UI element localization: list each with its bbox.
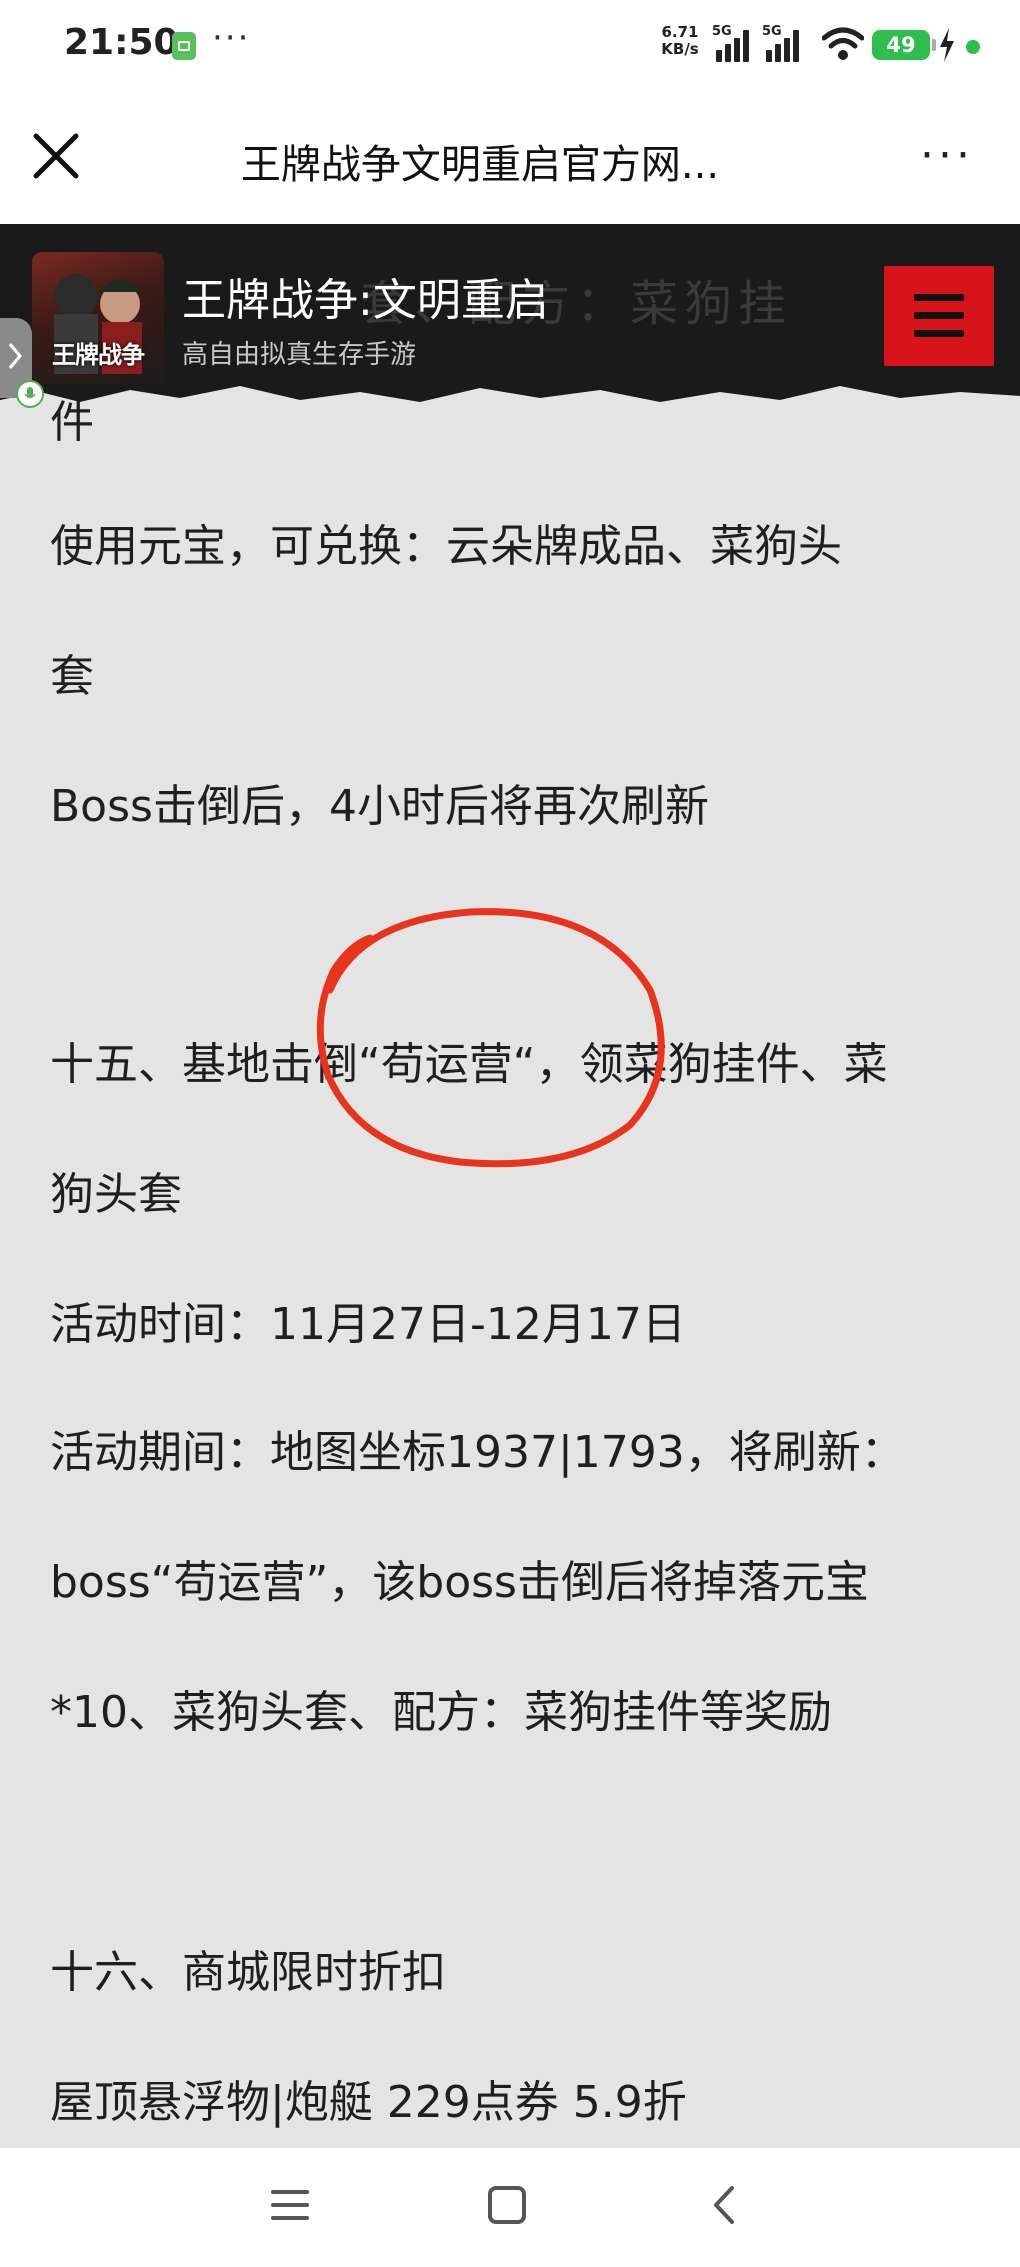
article-line: 使用元宝，可兑换：云朵牌成品、菜狗头 — [50, 521, 842, 572]
article-line: boss“苟运营”，该boss击倒后将掉落元宝 — [50, 1557, 869, 1608]
nav-back-icon[interactable] — [690, 2170, 760, 2240]
article-line: Boss击倒后，4小时后将再次刷新 — [50, 781, 709, 832]
signal-strength-icon: 5G — [712, 24, 754, 62]
network-speed-value: 6.71 — [661, 23, 699, 41]
game-logo-text: 王牌战争 — [52, 341, 145, 369]
article-line: *10、菜狗头套、配方：菜狗挂件等奖励 — [50, 1687, 832, 1738]
article-line: 活动时间：11月27日-12月17日 — [50, 1299, 686, 1350]
signal-type-label: 5G — [712, 24, 732, 39]
wifi-icon — [822, 27, 864, 60]
red-circle-annotation — [316, 908, 665, 1168]
article-line: 活动期间：地图坐标1937|1793，将刷新： — [50, 1427, 905, 1478]
article-line: 屋顶悬浮物|炮艇 229点券 5.9折 — [50, 2077, 687, 2128]
charging-icon — [940, 28, 954, 62]
page-title: 王牌战争文明重启官方网... — [240, 142, 720, 188]
article-line: 套 — [50, 651, 94, 702]
article-heading: 狗头套 — [50, 1169, 182, 1220]
notification-app-icon — [172, 32, 196, 60]
close-icon[interactable] — [26, 126, 86, 186]
status-time: 21:50 — [64, 22, 179, 63]
network-speed: 6.71 KB/s — [658, 24, 702, 58]
app-header: 王牌战争文明重启官方网... ··· — [0, 92, 1020, 224]
network-speed-unit: KB/s — [661, 40, 699, 58]
game-slogan: 高自由拟真生存手游 — [182, 340, 417, 370]
privacy-indicator-dot — [966, 40, 980, 54]
battery-icon: 49 — [872, 30, 936, 60]
nav-home-icon[interactable] — [472, 2170, 542, 2240]
status-bar: 21:50 ··· 6.71 KB/s 5G 5G 49 — [0, 0, 1020, 92]
game-banner: 套、配方：菜狗挂 王牌战争 王牌战争:文明重启 高自由拟真生存手游 — [0, 224, 1020, 412]
more-dots-icon[interactable]: ··· — [920, 134, 990, 178]
signal-type-label-2: 5G — [762, 24, 782, 39]
article-line: 件 — [50, 397, 94, 448]
game-name: 王牌战争:文明重启 — [182, 275, 549, 326]
nav-recents-icon[interactable] — [255, 2170, 325, 2240]
signal-strength-icon-2: 5G — [762, 24, 804, 62]
system-nav-bar — [0, 2148, 1020, 2267]
game-logo[interactable]: 王牌战争 — [32, 252, 164, 384]
notification-more-icon: ··· — [212, 18, 251, 58]
hamburger-menu-icon[interactable] — [884, 266, 994, 366]
article-heading: 十六、商城限时折扣 — [50, 1947, 446, 1998]
microphone-icon — [16, 380, 44, 408]
